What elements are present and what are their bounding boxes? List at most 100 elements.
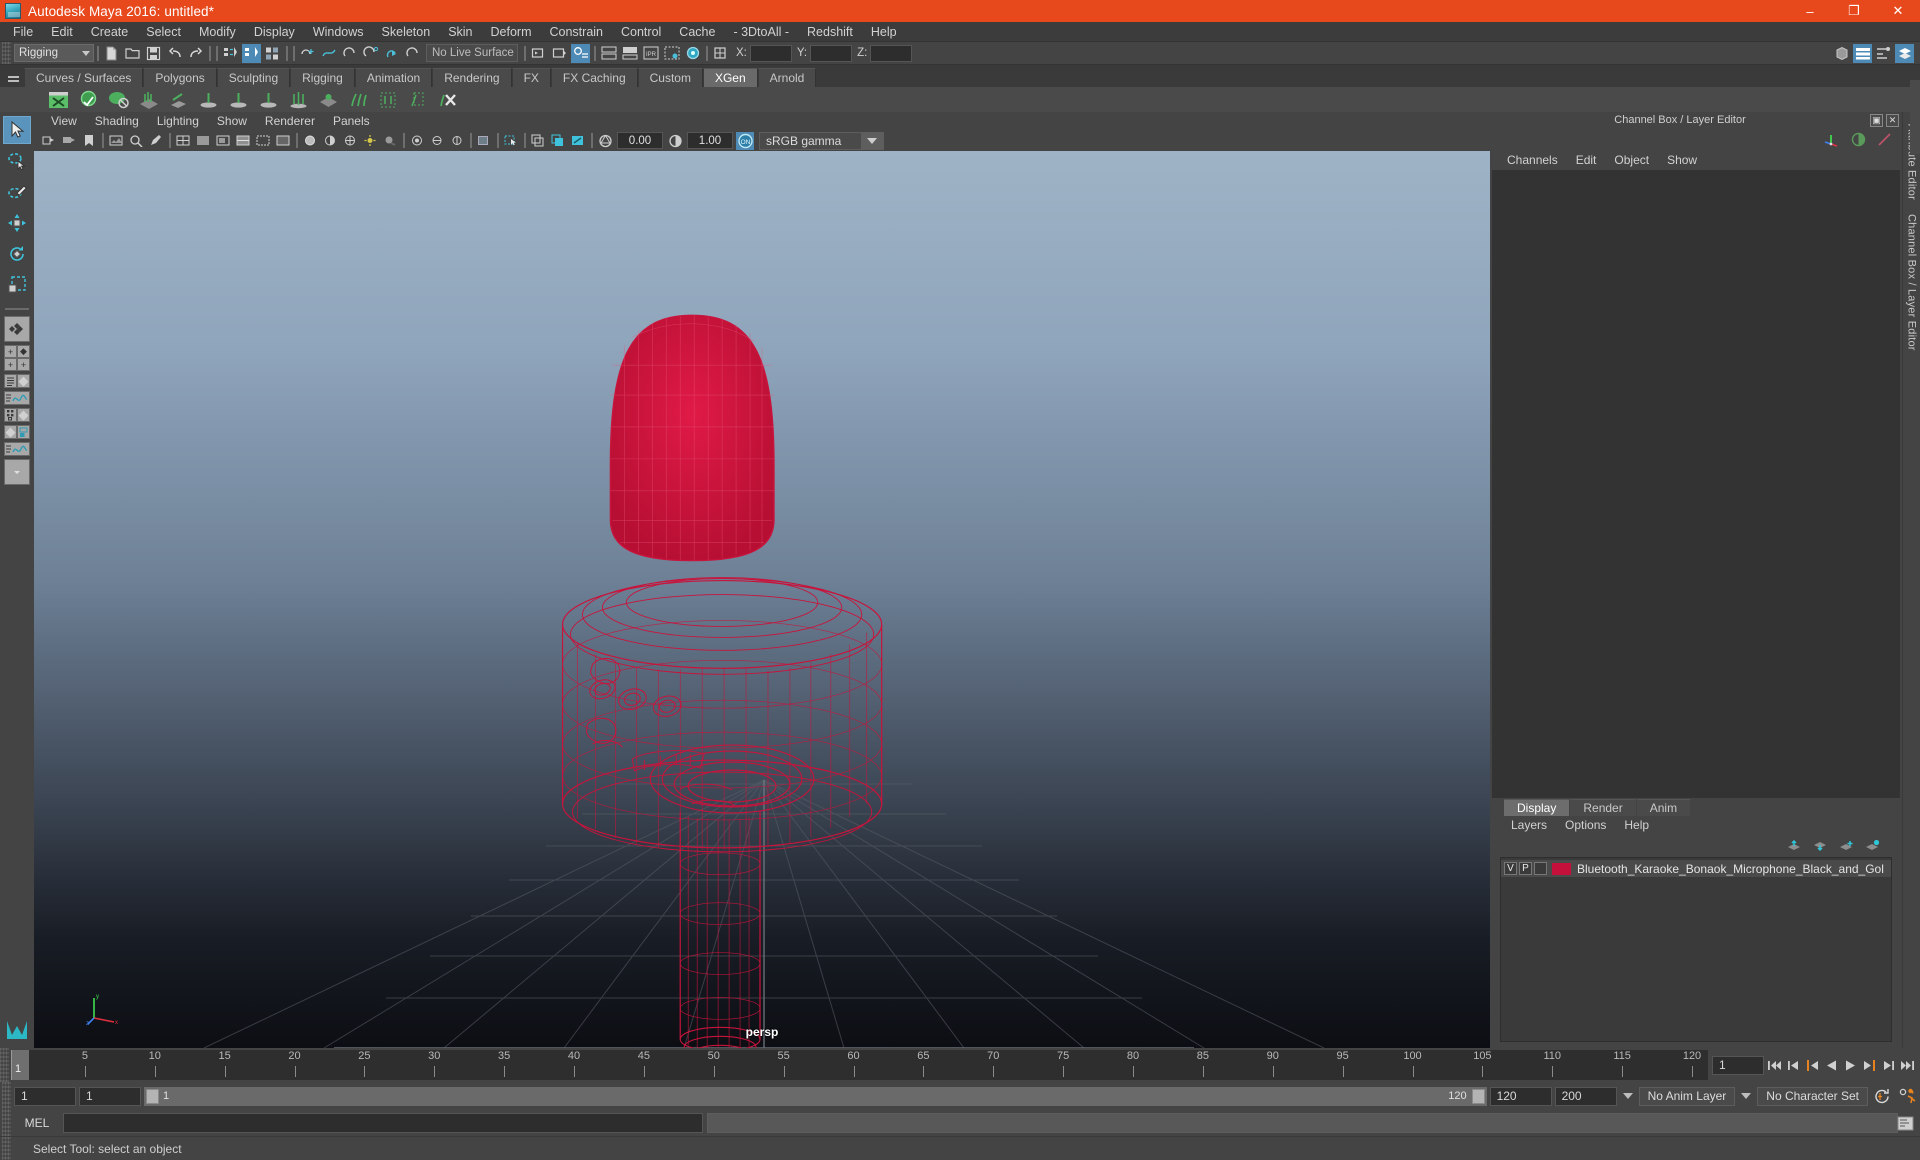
grease-pencil-icon[interactable] (147, 132, 165, 150)
hypershade-persp-layout-icon[interactable]: ◆ (4, 408, 30, 422)
menu-windows[interactable]: Windows (304, 22, 373, 42)
show-attribute-editor-icon[interactable] (1853, 44, 1872, 63)
shelf-tab-curves-surfaces[interactable]: Curves / Surfaces (24, 68, 143, 87)
duplicate-view-icon[interactable] (529, 132, 547, 150)
command-language-label[interactable]: MEL (15, 1116, 59, 1130)
tab-display[interactable]: Display (1504, 799, 1569, 816)
layer-visibility-toggle[interactable]: V (1504, 862, 1517, 875)
anim-start-field[interactable]: 1 (14, 1087, 76, 1106)
coord-x-field[interactable] (750, 45, 792, 62)
shelf-tab-arnold[interactable]: Arnold (758, 68, 817, 87)
step-back-key-button[interactable] (1785, 1056, 1802, 1075)
character-set-dropdown-arrow-icon[interactable] (1741, 1093, 1751, 1099)
panel-restore-button[interactable]: ▣ (1870, 114, 1883, 127)
scale-tool[interactable] (3, 271, 31, 299)
select-by-hierarchy-icon[interactable] (221, 44, 240, 63)
layout-hypershade-half[interactable] (4, 408, 17, 422)
menu-redshift[interactable]: Redshift (798, 22, 862, 42)
move-layer-down-icon[interactable] (1813, 839, 1828, 852)
menu-control[interactable]: Control (612, 22, 670, 42)
channel-box-menu-show[interactable]: Show (1658, 150, 1706, 170)
menu-3dtoall[interactable]: - 3DtoAll - (724, 22, 798, 42)
viewport-menu-view[interactable]: View (42, 112, 86, 130)
render-settings-globe-icon[interactable] (683, 44, 702, 63)
xgen-part-brush-icon[interactable] (285, 88, 311, 111)
viewport-menu-show[interactable]: Show (208, 112, 256, 130)
script-editor-icon[interactable] (1894, 1114, 1916, 1133)
transform-axes-icon[interactable] (1823, 132, 1840, 147)
tab-render[interactable]: Render (1570, 799, 1635, 816)
layer-color-swatch[interactable] (1552, 863, 1571, 875)
paint-selection-tool[interactable] (3, 178, 31, 206)
lasso-select-tool[interactable] (3, 147, 31, 175)
new-scene-icon[interactable] (102, 44, 121, 63)
anim-layer-selector[interactable]: No Anim Layer (1639, 1087, 1736, 1106)
anim-layer-dropdown-arrow-icon[interactable] (1623, 1093, 1633, 1099)
channel-box-menu-object[interactable]: Object (1605, 150, 1658, 170)
xgen-clump-icon[interactable] (405, 88, 431, 111)
channel-box-menu-edit[interactable]: Edit (1567, 150, 1606, 170)
four-view-layout-icon[interactable]: + ◆ + + (4, 345, 30, 371)
move-tool[interactable] (3, 209, 31, 237)
layer-row[interactable]: V P Bluetooth_Karaoke_Bonaok_Microphone_… (1501, 860, 1891, 877)
viewport-menu-lighting[interactable]: Lighting (148, 112, 208, 130)
texture-border-icon[interactable] (254, 132, 272, 150)
xgen-archive-primitive-icon[interactable] (165, 88, 191, 111)
range-start-field[interactable]: 1 (79, 1087, 141, 1106)
step-forward-frame-button[interactable] (1861, 1056, 1878, 1075)
menu-cache[interactable]: Cache (670, 22, 724, 42)
coord-y-field[interactable] (810, 45, 852, 62)
layer-menu-help[interactable]: Help (1615, 816, 1658, 835)
shelf-menu-icon[interactable] (2, 66, 24, 87)
menu-constrain[interactable]: Constrain (541, 22, 613, 42)
xgen-delete-icon[interactable] (435, 88, 461, 111)
live-surface-field[interactable]: No Live Surface (426, 44, 518, 62)
render-region-icon[interactable] (662, 44, 681, 63)
view-snapshot-icon[interactable] (569, 132, 587, 150)
viewport-menu-panels[interactable]: Panels (324, 112, 379, 130)
diagonal-line-icon[interactable] (1877, 132, 1892, 147)
menu-edit[interactable]: Edit (42, 22, 82, 42)
go-to-start-button[interactable] (1766, 1056, 1783, 1075)
range-slider-grip[interactable] (2, 1082, 11, 1110)
xgen-description-icon[interactable] (75, 88, 101, 111)
wireframe-shading-icon[interactable] (174, 132, 192, 150)
range-slider-bar[interactable]: 1 120 (144, 1087, 1487, 1106)
wireframe-on-shaded-icon[interactable] (234, 132, 252, 150)
menu-modify[interactable]: Modify (190, 22, 245, 42)
status-line-grip[interactable] (2, 42, 11, 64)
shelf-tab-xgen[interactable]: XGen (703, 68, 758, 87)
menu-set-selector[interactable]: Rigging (14, 44, 94, 62)
menu-select[interactable]: Select (137, 22, 190, 42)
menu-help[interactable]: Help (862, 22, 906, 42)
shelf-tab-rigging[interactable]: Rigging (290, 68, 355, 87)
range-left-handle[interactable] (146, 1089, 159, 1104)
redo-icon[interactable] (186, 44, 205, 63)
current-frame-field[interactable]: 1 (1712, 1056, 1764, 1075)
exposure-icon[interactable] (596, 132, 614, 150)
xgen-collection-icon[interactable] (105, 88, 131, 111)
minimize-button[interactable]: – (1788, 0, 1832, 22)
shelf-tab-rendering[interactable]: Rendering (432, 68, 511, 87)
snap-to-point-icon[interactable] (340, 44, 359, 63)
copy-view-icon[interactable] (549, 132, 567, 150)
microphone-wireframe-model[interactable] (34, 151, 1490, 1048)
close-button[interactable]: ✕ (1876, 0, 1920, 22)
layout-persp-half-2[interactable]: ◆ (17, 408, 30, 422)
isolate-select-icon[interactable] (475, 132, 493, 150)
layer-menu-options[interactable]: Options (1556, 816, 1615, 835)
render-view-window-icon[interactable] (620, 44, 639, 63)
open-scene-icon[interactable] (123, 44, 142, 63)
snap-to-grid-icon[interactable] (298, 44, 317, 63)
select-by-object-icon[interactable] (242, 44, 261, 63)
snap-to-projected-center-icon[interactable] (361, 44, 380, 63)
xgen-editor-icon[interactable] (45, 88, 71, 111)
shelf-tab-polygons[interactable]: Polygons (143, 68, 216, 87)
shelf-tab-animation[interactable]: Animation (355, 68, 432, 87)
right-dock-scrollbar[interactable] (1910, 80, 1920, 154)
shelf-tab-fx-caching[interactable]: FX Caching (551, 68, 638, 87)
time-slider[interactable]: 1 51015202530354045505560657075808590951… (11, 1050, 1708, 1080)
use-all-lights-icon[interactable] (361, 132, 379, 150)
menu-file[interactable]: File (4, 22, 42, 42)
xgen-width-brush-icon[interactable] (255, 88, 281, 111)
